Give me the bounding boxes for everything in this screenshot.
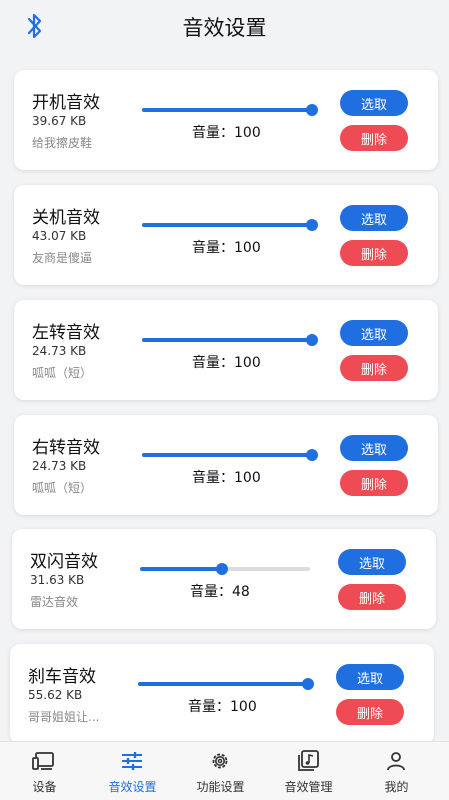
- tab-sound-management[interactable]: 音效管理: [264, 742, 353, 800]
- slider-thumb[interactable]: [306, 449, 318, 461]
- select-button[interactable]: 选取: [340, 320, 408, 346]
- file-size: 24.73 KB: [32, 344, 87, 358]
- sound-card: 右转音效 24.73 KB 呱呱（短） 音量：100 选取删除: [14, 415, 438, 515]
- sound-card: 开机音效 39.67 KB 给我擦皮鞋 音量：100 选取删除: [14, 70, 438, 170]
- volume-label: 音量：100: [192, 240, 261, 256]
- slider-thumb[interactable]: [306, 334, 318, 346]
- select-button[interactable]: 选取: [340, 90, 408, 116]
- delete-button[interactable]: 删除: [338, 584, 406, 610]
- slider-thumb[interactable]: [306, 219, 318, 231]
- file-size: 55.62 KB: [28, 688, 83, 702]
- sound-description: 给我擦皮鞋: [32, 136, 93, 150]
- music-library-icon: [298, 750, 319, 771]
- file-size: 24.73 KB: [32, 459, 87, 473]
- volume-label: 音量：100: [188, 699, 257, 715]
- slider-fill: [142, 453, 312, 457]
- sound-name: 左转音效: [32, 323, 100, 343]
- sound-card: 双闪音效 31.63 KB 雷达音效 音量：48 选取删除: [12, 529, 436, 629]
- sound-card: 左转音效 24.73 KB 呱呱（短） 音量：100 选取删除: [14, 300, 438, 400]
- tab-profile[interactable]: 我的: [352, 742, 441, 800]
- page-title: 音效设置: [182, 16, 267, 40]
- sound-description: 哥哥姐姐让...: [28, 710, 100, 724]
- delete-button[interactable]: 删除: [340, 240, 408, 266]
- volume-slider[interactable]: [140, 562, 310, 576]
- user-icon: [387, 752, 405, 771]
- slider-thumb[interactable]: [302, 678, 314, 690]
- tab-function-settings[interactable]: 功能设置: [176, 742, 265, 800]
- tab-label: 音效管理: [284, 780, 333, 794]
- sound-description: 呱呱（短）: [32, 481, 93, 495]
- slider-thumb[interactable]: [215, 563, 228, 575]
- volume-slider[interactable]: [138, 677, 314, 691]
- delete-button[interactable]: 删除: [340, 125, 408, 151]
- delete-button[interactable]: 删除: [340, 355, 408, 381]
- sound-name: 刹车音效: [28, 667, 96, 687]
- slider-fill: [138, 682, 308, 686]
- slider-fill: [142, 108, 312, 112]
- sound-description: 雷达音效: [30, 595, 79, 609]
- sound-name: 开机音效: [32, 93, 100, 113]
- device-icon: [32, 752, 54, 770]
- select-button[interactable]: 选取: [336, 664, 404, 690]
- file-size: 39.67 KB: [32, 114, 87, 128]
- volume-slider[interactable]: [142, 103, 318, 117]
- volume-slider[interactable]: [142, 333, 318, 347]
- delete-button[interactable]: 删除: [340, 470, 408, 496]
- file-size: 43.07 KB: [32, 229, 87, 243]
- tab-label: 音效设置: [108, 780, 157, 794]
- tab-label: 功能设置: [196, 780, 245, 794]
- sound-card: 刹车音效 55.62 KB 哥哥姐姐让... 音量：100 选取删除: [10, 644, 434, 744]
- tab-label: 设备: [32, 780, 57, 794]
- sliders-icon: [122, 752, 142, 770]
- volume-label: 音量：100: [192, 355, 261, 371]
- header: 音效设置: [0, 0, 449, 58]
- sound-name: 关机音效: [32, 208, 100, 228]
- slider-fill: [142, 223, 312, 227]
- sound-card: 关机音效 43.07 KB 友商是傻逼 音量：100 选取删除: [14, 185, 438, 285]
- volume-slider[interactable]: [142, 448, 318, 462]
- sound-name: 双闪音效: [30, 552, 98, 572]
- volume-label: 音量：100: [192, 125, 261, 141]
- tab-label: 我的: [384, 780, 409, 794]
- sound-description: 呱呱（短）: [32, 366, 93, 380]
- select-button[interactable]: 选取: [340, 205, 408, 231]
- sound-description: 友商是傻逼: [32, 251, 93, 265]
- volume-slider[interactable]: [142, 218, 318, 232]
- slider-fill: [142, 338, 312, 342]
- bottom-tab-bar: 设备 音效设置 功能设置 音效管理 我的: [0, 741, 449, 800]
- slider-fill: [140, 567, 222, 571]
- gear-icon: [212, 753, 228, 769]
- delete-button[interactable]: 删除: [336, 699, 404, 725]
- select-button[interactable]: 选取: [340, 435, 408, 461]
- file-size: 31.63 KB: [30, 573, 85, 587]
- volume-label: 音量：100: [192, 470, 261, 486]
- select-button[interactable]: 选取: [338, 549, 406, 575]
- tab-sound-settings[interactable]: 音效设置: [88, 742, 177, 800]
- slider-thumb[interactable]: [306, 104, 318, 116]
- tab-device[interactable]: 设备: [0, 742, 89, 800]
- sound-name: 右转音效: [32, 438, 100, 458]
- volume-label: 音量：48: [190, 584, 250, 600]
